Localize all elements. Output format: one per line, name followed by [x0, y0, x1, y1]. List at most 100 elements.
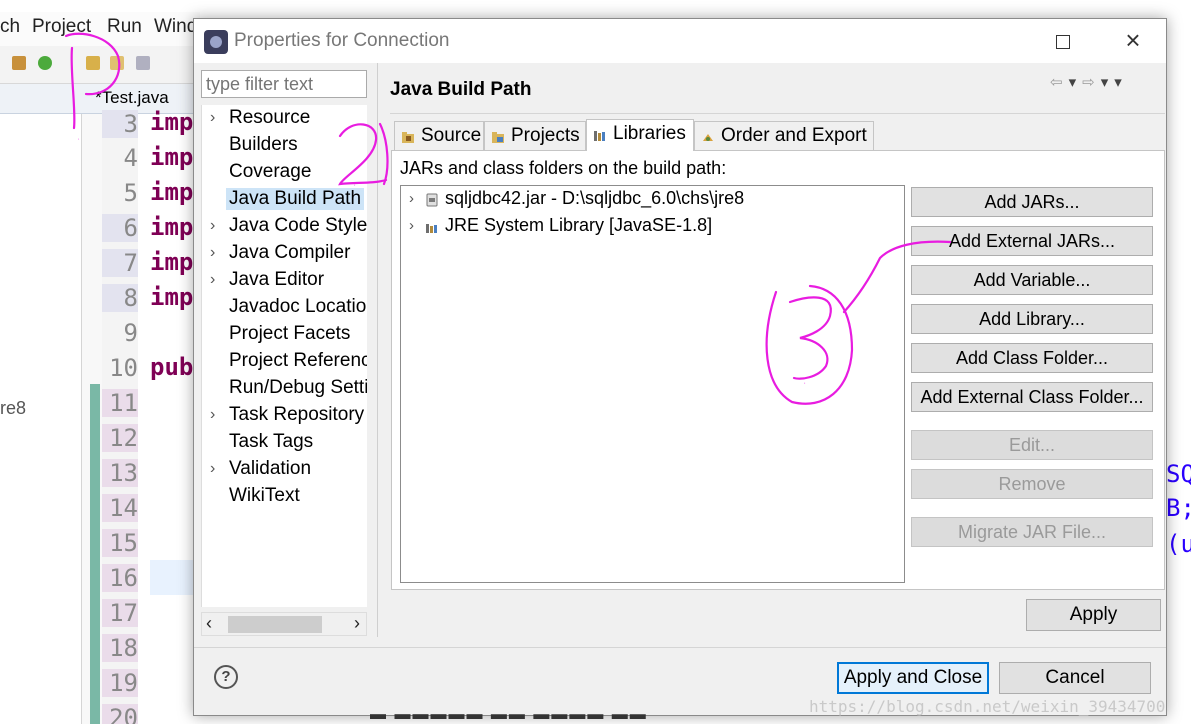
code-line: imp: [150, 248, 194, 276]
code-fragment-right: SQ: [1166, 460, 1191, 488]
jar-file-icon: [426, 193, 438, 207]
menu-item-run[interactable]: Run: [107, 16, 142, 38]
background-change-strip: [90, 384, 100, 724]
chevron-right-icon[interactable]: ›: [210, 109, 215, 127]
edit-button[interactable]: Edit...: [911, 430, 1153, 460]
line-number: 18: [102, 634, 138, 662]
tab-libraries[interactable]: Libraries: [586, 119, 694, 151]
chevron-right-icon[interactable]: ›: [210, 217, 215, 235]
build-path-tree[interactable]: › sqljdbc42.jar - D:\sqljdbc_6.0\chs\jre…: [400, 185, 905, 583]
back-icon[interactable]: ⇦: [1050, 74, 1069, 91]
remove-button[interactable]: Remove: [911, 469, 1153, 499]
line-number: 12: [102, 424, 138, 452]
forward-icon[interactable]: ⇨: [1082, 74, 1101, 91]
chevron-right-icon[interactable]: ›: [210, 244, 215, 262]
tree-item-label: WikiText: [229, 485, 300, 506]
line-number: 16: [102, 564, 138, 592]
maximize-icon[interactable]: [1056, 35, 1070, 49]
line-number: 17: [102, 599, 138, 627]
line-number: 14: [102, 494, 138, 522]
tree-item-label: Javadoc Location: [229, 296, 367, 317]
line-number: 20: [102, 704, 138, 724]
title-separator: [390, 113, 1165, 114]
toolbar-package-icon[interactable]: [12, 56, 26, 70]
chevron-right-icon[interactable]: ›: [210, 406, 215, 424]
line-number: 13: [102, 459, 138, 487]
properties-dialog: Properties for Connection × › Resource Bu…: [193, 18, 1167, 716]
library-icon: [426, 224, 437, 233]
apply-button[interactable]: Apply: [1026, 599, 1161, 631]
toolbar-wand-icon[interactable]: [136, 56, 150, 70]
eclipse-app-icon: [204, 30, 228, 54]
chevron-right-icon[interactable]: ›: [409, 217, 414, 234]
dialog-titlebar[interactable]: Properties for Connection ×: [194, 19, 1166, 63]
chevron-right-icon[interactable]: ›: [210, 271, 215, 289]
tab-projects[interactable]: Projects: [484, 121, 586, 151]
line-number: 9: [123, 319, 138, 347]
add-class-folder-button[interactable]: Add Class Folder...: [911, 343, 1153, 373]
line-number: 4: [123, 144, 138, 172]
dialog-footer: ? https://blog.csdn.net/weixin_39434700 …: [194, 647, 1166, 716]
background-bottom-text: ▬ ▬▬▬▬▬ ▬▬ ▬▬▬▬ ▬▬: [370, 706, 648, 723]
toolbar-refresh-icon[interactable]: [38, 56, 52, 70]
background-line-numbers: 3 4 5 6 7 8 9 10 11 12 13 14 15 16 17 18…: [102, 110, 138, 724]
background-package-explorer: re8: [0, 114, 82, 724]
view-menu-icon[interactable]: ▾: [1114, 74, 1128, 91]
add-jars-button[interactable]: Add JARs...: [911, 187, 1153, 217]
toolbar-folder-icon[interactable]: [110, 56, 124, 70]
property-page-tree: › Resource Builders Coverage Java Build P…: [201, 105, 367, 607]
tab-label: Source: [421, 125, 482, 146]
code-line: imp: [150, 108, 194, 136]
migrate-jar-file-button[interactable]: Migrate JAR File...: [911, 517, 1153, 547]
background-menubar: ch Project Run Wind: [0, 12, 200, 46]
menu-item-project[interactable]: Project: [32, 16, 91, 38]
line-number: 8: [102, 284, 138, 312]
back-menu-chevron-icon[interactable]: ▾: [1069, 74, 1083, 91]
tree-item-label: Validation: [229, 458, 312, 479]
tab-source[interactable]: Source: [394, 121, 484, 151]
add-external-jars-button[interactable]: Add External JARs...: [911, 226, 1153, 256]
scroll-left-icon[interactable]: ‹: [206, 613, 212, 634]
toolbar-open-folder-icon[interactable]: [86, 56, 100, 70]
add-library-button[interactable]: Add Library...: [911, 304, 1153, 334]
tree-item-label: Coverage: [229, 161, 312, 182]
scroll-right-icon[interactable]: ›: [354, 613, 360, 634]
scrollbar-thumb[interactable]: [228, 616, 322, 633]
menu-item-search[interactable]: ch: [0, 16, 20, 38]
tree-item-label: Task Repository: [229, 404, 365, 425]
add-variable-button[interactable]: Add Variable...: [911, 265, 1153, 295]
background-top-strip: [0, 0, 1191, 12]
apply-and-close-button[interactable]: Apply and Close: [837, 662, 989, 694]
line-number: 11: [102, 389, 138, 417]
tree-item-label: Resource: [229, 107, 311, 128]
chevron-right-icon[interactable]: ›: [210, 460, 215, 478]
background-toolbar: [0, 46, 200, 84]
page-title: Java Build Path: [390, 79, 532, 100]
add-external-class-folder-button[interactable]: Add External Class Folder...: [911, 382, 1153, 412]
help-icon[interactable]: ?: [214, 665, 238, 689]
tree-item-label: Java Build Path: [226, 188, 365, 210]
editor-tab-test-java[interactable]: *Test.java: [95, 88, 169, 108]
line-number: 10: [109, 354, 138, 382]
library-label: JRE System Library [JavaSE-1.8]: [445, 215, 713, 235]
page-navigation: ⇦▾⇨▾▾: [1050, 73, 1128, 91]
tab-order-and-export[interactable]: Order and Export: [694, 121, 874, 151]
library-label: sqljdbc42.jar - D:\sqljdbc_6.0\chs\jre8: [445, 188, 745, 208]
watermark-text: https://blog.csdn.net/weixin_39434700: [809, 697, 1166, 716]
code-line: imp: [150, 178, 194, 206]
close-icon[interactable]: ×: [1120, 27, 1146, 53]
cancel-button[interactable]: Cancel: [999, 662, 1151, 694]
forward-menu-chevron-icon[interactable]: ▾: [1101, 74, 1115, 91]
tree-horizontal-scrollbar[interactable]: ‹ ›: [201, 612, 367, 636]
projects-folder-icon: [492, 132, 504, 143]
tab-label: Projects: [511, 125, 580, 146]
line-number: 19: [102, 669, 138, 697]
filter-input[interactable]: [201, 70, 367, 98]
pane-divider[interactable]: [377, 63, 378, 637]
source-folder-icon: [402, 132, 414, 143]
menu-item-window[interactable]: Wind: [154, 16, 197, 38]
code-line: imp: [150, 213, 194, 241]
background-explorer-text: re8: [0, 398, 27, 418]
chevron-right-icon[interactable]: ›: [409, 190, 414, 207]
code-line: pub: [150, 353, 194, 381]
